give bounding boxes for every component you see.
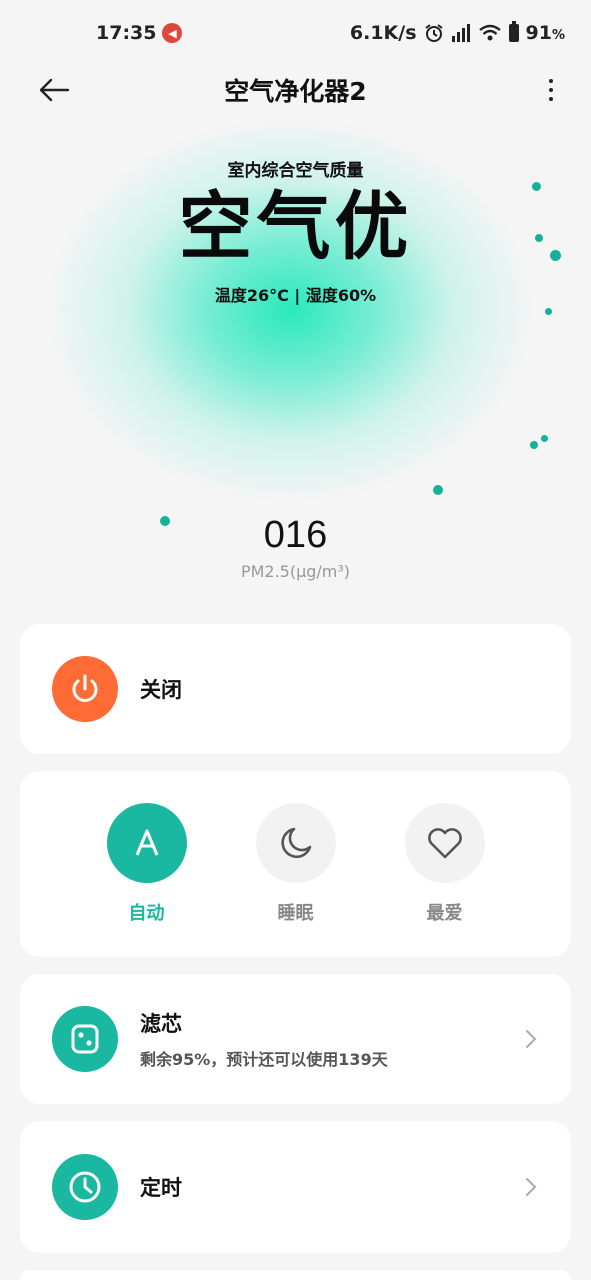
mode-sleep-button[interactable] xyxy=(255,803,336,883)
power-text: 关闭 xyxy=(140,674,182,704)
power-button[interactable] xyxy=(52,656,118,722)
chevron-right-icon xyxy=(526,1030,537,1048)
mode-favorite-button[interactable] xyxy=(404,803,485,883)
filter-remaining: 剩余95%，预计还可以使用139天 xyxy=(140,1050,388,1069)
cellular-signal-icon xyxy=(451,24,470,42)
timer-text: 定时 xyxy=(140,1172,182,1202)
back-button[interactable] xyxy=(34,72,74,108)
auto-A-icon xyxy=(135,829,158,856)
mode-sleep-label: 睡眠 xyxy=(277,903,314,924)
timer-card[interactable]: 定时 xyxy=(20,1121,571,1253)
power-label: 关闭 xyxy=(140,678,182,702)
battery-percent: 91% xyxy=(525,22,565,44)
particle-dot xyxy=(550,250,561,261)
next-card-peek xyxy=(20,1270,571,1280)
chevron-right-icon xyxy=(526,1178,537,1196)
mode-card: 自动 睡眠 最爱 xyxy=(20,771,571,957)
back-arrow-icon xyxy=(39,78,70,102)
particle-dot xyxy=(433,485,443,495)
quality-level: 空气优 xyxy=(178,184,413,270)
net-speed: 6.1K/s xyxy=(349,22,417,44)
more-dot-icon xyxy=(549,79,553,83)
filter-title: 滤芯 xyxy=(140,1012,182,1036)
mode-sleep[interactable]: 睡眠 xyxy=(255,803,336,925)
mode-auto-button[interactable] xyxy=(106,803,187,883)
status-left: 17:35 ◀ xyxy=(96,22,183,44)
particle-dot xyxy=(532,182,541,191)
particle-dot xyxy=(541,435,548,442)
filter-icon xyxy=(71,1024,99,1054)
pm25-unit: PM2.5(μg/m³) xyxy=(240,562,351,581)
more-options-button[interactable] xyxy=(539,72,563,108)
heart-icon xyxy=(427,828,462,859)
filter-card[interactable]: 滤芯 剩余95%，预计还可以使用139天 xyxy=(20,974,571,1104)
title-bar: 空气净化器2 xyxy=(0,66,591,114)
mode-favorite[interactable]: 最爱 xyxy=(404,803,485,925)
status-bar: 17:35 ◀ 6.1K/s 91% xyxy=(0,0,591,66)
temperature-humidity: 温度26°C | 湿度60% xyxy=(214,286,377,305)
moon-icon xyxy=(280,827,311,859)
sound-record-icon: ◀ xyxy=(162,23,183,43)
more-dot-icon xyxy=(549,97,553,101)
particle-dot xyxy=(530,441,538,449)
status-right: 6.1K/s 91% xyxy=(349,21,565,44)
clock-icon xyxy=(69,1171,101,1203)
alarm-icon xyxy=(424,24,443,42)
mode-list: 自动 睡眠 最爱 xyxy=(20,771,571,957)
power-card[interactable]: 关闭 xyxy=(20,624,571,754)
wifi-icon xyxy=(478,24,501,41)
timer-title: 定时 xyxy=(140,1176,182,1200)
mode-favorite-label: 最爱 xyxy=(426,903,463,924)
pm25-value: 016 xyxy=(263,514,328,556)
timer-icon-circle xyxy=(52,1154,118,1220)
mode-auto[interactable]: 自动 xyxy=(106,803,187,925)
clock: 17:35 xyxy=(96,22,157,44)
particle-dot xyxy=(545,308,552,315)
filter-text: 滤芯 剩余95%，预计还可以使用139天 xyxy=(140,1008,388,1070)
mode-auto-label: 自动 xyxy=(128,903,165,924)
filter-icon-circle xyxy=(52,1006,118,1072)
quality-subtitle: 室内综合空气质量 xyxy=(227,161,364,181)
page-title: 空气净化器2 xyxy=(224,77,367,106)
power-icon xyxy=(72,674,98,702)
battery-icon xyxy=(508,21,519,42)
more-dot-icon xyxy=(549,88,553,92)
particle-dot xyxy=(535,234,543,242)
